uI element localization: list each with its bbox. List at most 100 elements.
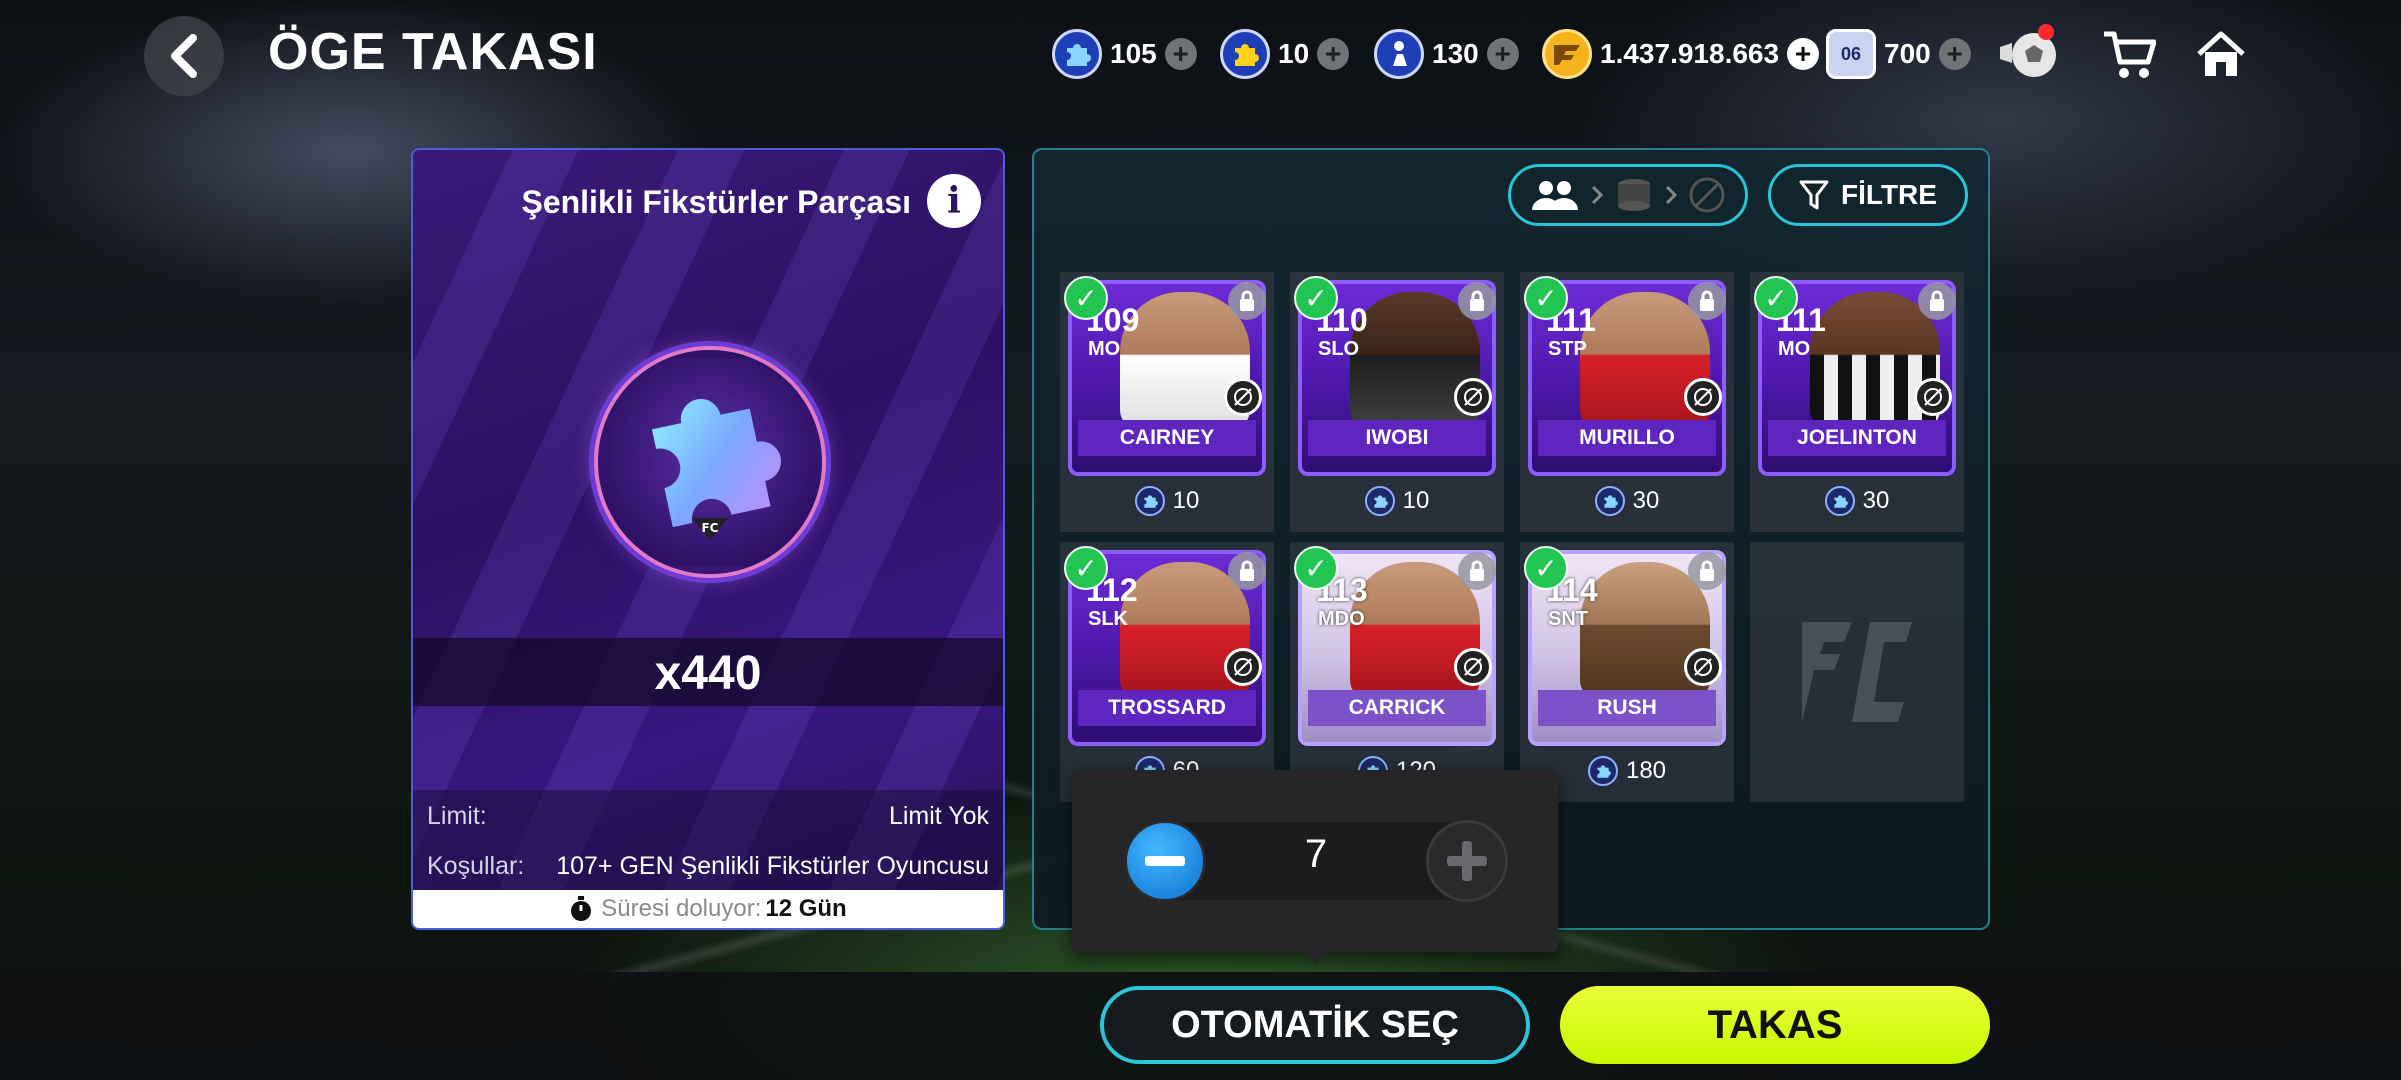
- database-stack-icon: [1617, 179, 1650, 211]
- expiry-value: 12 Gün: [765, 895, 847, 922]
- chevron-right-icon: [1665, 185, 1677, 205]
- lock-icon: [1688, 282, 1726, 320]
- club-shield-button[interactable]: [1998, 24, 2060, 86]
- untradeable-icon: [1224, 648, 1262, 686]
- player-slot[interactable]: 109 MO CAIRNEY ✓ 10: [1060, 272, 1274, 532]
- player-slot[interactable]: 113 MDO CARRICK ✓ 120: [1290, 542, 1504, 802]
- item-puzzle-badge: FC: [598, 350, 822, 574]
- conditions-value: 107+ GEN Şenlikli Fikstürler Oyuncusu: [556, 852, 989, 880]
- page-title: ÖGE TAKASI: [268, 23, 598, 81]
- player-name: RUSH: [1538, 690, 1716, 726]
- expiry-label: Süresi doluyor:: [601, 895, 762, 922]
- home-button[interactable]: [2190, 24, 2252, 86]
- players-group-icon: [1532, 181, 1579, 210]
- player-slot[interactable]: 110 SLO IWOBI ✓ 10: [1290, 272, 1504, 532]
- player-cost: 10: [1290, 486, 1504, 516]
- cost-value: 10: [1402, 487, 1430, 514]
- player-position: MO: [1088, 338, 1121, 360]
- player-slot[interactable]: 112 SLK TROSSARD ✓ 60: [1060, 542, 1274, 802]
- player-name: IWOBI: [1308, 420, 1486, 456]
- player-slot[interactable]: 111 MO JOELINTON ✓ 30: [1750, 272, 1964, 532]
- player-slot[interactable]: 114 SNT RUSH ✓ 180: [1520, 542, 1734, 802]
- player-cost: 30: [1520, 486, 1734, 516]
- limit-label: Limit:: [427, 802, 487, 830]
- lock-icon: [1458, 282, 1496, 320]
- player-name: TROSSARD: [1078, 690, 1256, 726]
- untradeable-icon: [1684, 648, 1722, 686]
- selected-check-icon: ✓: [1064, 276, 1108, 320]
- chevron-right-icon: [1592, 185, 1604, 205]
- info-button[interactable]: i: [927, 174, 981, 228]
- funnel-icon: [1799, 180, 1829, 210]
- add-currency-button[interactable]: +: [1164, 38, 1197, 70]
- player-position: MDO: [1318, 608, 1365, 630]
- lock-icon: [1918, 282, 1956, 320]
- add-currency-button[interactable]: +: [1317, 38, 1350, 70]
- player-position: SLO: [1318, 338, 1360, 360]
- expiry-bar: Süresi doluyor: 12 Gün: [413, 890, 1003, 928]
- player-name: JOELINTON: [1768, 420, 1946, 456]
- selected-check-icon: ✓: [1294, 276, 1338, 320]
- home-icon: [2197, 31, 2245, 76]
- decrease-quantity-button[interactable]: [1124, 820, 1206, 902]
- untradeable-icon: [1224, 378, 1262, 416]
- shopping-cart-icon: [2104, 31, 2156, 78]
- player-cost: 30: [1750, 486, 1964, 516]
- fc-logo-placeholder-icon: [1802, 622, 1912, 722]
- player-name: MURILLO: [1538, 420, 1716, 456]
- stopwatch-icon: [571, 896, 592, 921]
- fc-points-badge-icon: 06: [1826, 29, 1876, 79]
- filter-steps-toggle[interactable]: [1508, 164, 1748, 226]
- player-position: STP: [1548, 338, 1587, 360]
- filter-button[interactable]: FİLTRE: [1768, 164, 1968, 226]
- quantity-stepper-popup: 7: [1072, 770, 1558, 952]
- conditions-label: Koşullar:: [427, 852, 525, 880]
- blue-puzzle-icon: [1587, 756, 1618, 786]
- store-button[interactable]: [2098, 24, 2160, 86]
- add-currency-button[interactable]: +: [1787, 38, 1820, 70]
- filter-label: FİLTRE: [1841, 179, 1937, 210]
- untradeable-icon: [1454, 648, 1492, 686]
- fc-coin-icon: [1542, 29, 1592, 79]
- item-title: Şenlikli Fikstürler Parçası: [521, 184, 911, 220]
- limit-row: Limit: Limit Yok: [427, 802, 989, 831]
- selected-check-icon: ✓: [1524, 276, 1568, 320]
- untradeable-icon: [1684, 378, 1722, 416]
- cost-value: 10: [1172, 487, 1200, 514]
- untradeable-icon: [1914, 378, 1952, 416]
- swap-button[interactable]: TAKAS: [1560, 986, 1990, 1064]
- add-currency-button[interactable]: +: [1486, 38, 1519, 70]
- gold-puzzle-icon: [1220, 29, 1270, 79]
- currency-fc-coins: 1.437.918.663 +: [1542, 26, 1820, 82]
- currency-value: 10: [1278, 38, 1310, 69]
- item-detail-panel: Şenlikli Fikstürler Parçası i FC x440 Li…: [411, 148, 1005, 930]
- cost-value: 30: [1862, 487, 1890, 514]
- currency-gold-puzzle: 10 +: [1220, 26, 1350, 82]
- auto-select-button[interactable]: OTOMATİK SEÇ: [1100, 986, 1530, 1064]
- lock-icon: [1228, 552, 1266, 590]
- currency-player-token: 130 +: [1374, 26, 1519, 82]
- conditions-row: Koşullar: 107+ GEN Şenlikli Fikstürler O…: [427, 852, 989, 881]
- blue-puzzle-icon: [1052, 29, 1102, 79]
- cost-value: 30: [1632, 487, 1660, 514]
- player-name: CAIRNEY: [1078, 420, 1256, 456]
- selected-check-icon: ✓: [1064, 546, 1108, 590]
- currency-value: 130: [1432, 38, 1479, 69]
- blue-puzzle-icon: [1364, 486, 1395, 516]
- selected-check-icon: ✓: [1754, 276, 1798, 320]
- lock-icon: [1228, 282, 1266, 320]
- player-position: SLK: [1088, 608, 1128, 630]
- chevron-left-icon: [171, 34, 197, 78]
- svg-text:FC: FC: [701, 521, 718, 535]
- currency-blue-puzzle: 105 +: [1052, 26, 1197, 82]
- quantity-value: 7: [1304, 832, 1328, 876]
- empty-player-slot: [1750, 542, 1964, 802]
- player-slot[interactable]: 111 STP MURILLO ✓ 30: [1520, 272, 1734, 532]
- back-button[interactable]: [144, 16, 224, 96]
- increase-quantity-button[interactable]: [1426, 820, 1508, 902]
- minus-icon: [1145, 856, 1185, 866]
- limit-value: Limit Yok: [888, 802, 989, 830]
- blue-puzzle-icon: [1594, 486, 1625, 516]
- selected-check-icon: ✓: [1294, 546, 1338, 590]
- add-currency-button[interactable]: +: [1938, 38, 1971, 70]
